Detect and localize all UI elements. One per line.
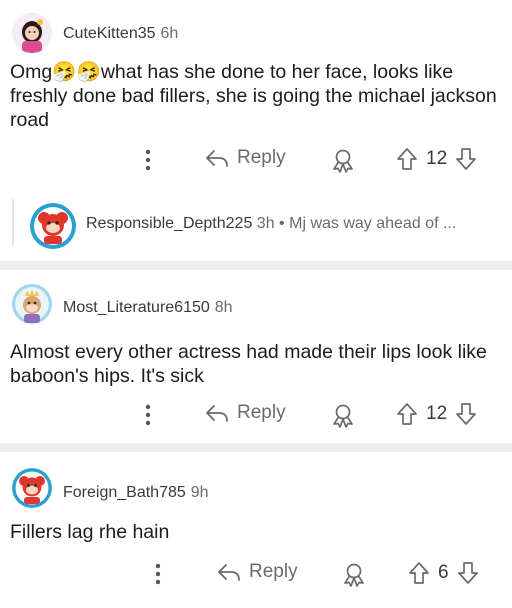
- thread-line: [12, 199, 14, 245]
- reply-button[interactable]: Reply: [205, 402, 286, 424]
- reply-label: Reply: [237, 402, 286, 423]
- vote-count: 12: [426, 148, 448, 169]
- downvote-icon[interactable]: [457, 561, 479, 585]
- comment-separator: [0, 261, 512, 270]
- collapsed-reply[interactable]: Responsible_Depth225 3h • Mj was way ahe…: [0, 199, 512, 253]
- award-button[interactable]: [330, 147, 356, 173]
- comment-author[interactable]: Foreign_Bath785 9h: [63, 484, 209, 502]
- avatar[interactable]: [30, 203, 76, 249]
- timestamp: 3h: [256, 215, 275, 232]
- red-monkey-avatar-icon: [30, 203, 76, 249]
- reply-arrow-icon: [206, 405, 228, 422]
- vote-group: 12: [396, 147, 477, 171]
- comment-body: Almost every other actress had made thei…: [10, 341, 487, 387]
- upvote-icon[interactable]: [396, 402, 418, 426]
- avatar[interactable]: [12, 13, 52, 53]
- reply-arrow-icon: [218, 564, 240, 581]
- downvote-icon[interactable]: [455, 147, 477, 171]
- upvote-icon[interactable]: [408, 561, 430, 585]
- reply-label: Reply: [249, 561, 298, 582]
- vote-count: 12: [426, 403, 448, 424]
- princess-monkey-avatar-icon: [12, 284, 52, 324]
- sneezing-face-emoji: 🤧🤧: [52, 61, 101, 83]
- vote-group: 6: [408, 561, 479, 585]
- award-button[interactable]: [341, 561, 367, 587]
- comment-actions: Reply 6: [0, 559, 512, 589]
- more-options-icon[interactable]: [155, 563, 161, 585]
- username[interactable]: CuteKitten35: [63, 25, 156, 42]
- comment-1: CuteKitten35 6h Omg🤧🤧what has she done to…: [0, 0, 512, 258]
- comment-3: Foreign_Bath785 9h Fillers lag rhe hain R…: [0, 452, 512, 608]
- downvote-icon[interactable]: [455, 402, 477, 426]
- reply-label: Reply: [237, 147, 286, 168]
- comment-2: Most_Literature6150 8h Almost every other…: [0, 270, 512, 442]
- body-lead: Omg: [10, 61, 53, 83]
- award-icon: [333, 149, 353, 173]
- comment-separator: [0, 443, 512, 452]
- reply-meta: Responsible_Depth225 3h • Mj was way ahe…: [86, 215, 456, 233]
- avatar[interactable]: [12, 468, 52, 508]
- meta-dot: •: [279, 215, 285, 232]
- reply-button[interactable]: Reply: [217, 561, 298, 583]
- reply-arrow-icon: [206, 150, 228, 167]
- username[interactable]: Foreign_Bath785: [63, 484, 186, 501]
- username[interactable]: Most_Literature6150: [63, 299, 210, 316]
- red-monkey-avatar-icon: [12, 468, 52, 508]
- timestamp: 9h: [190, 484, 209, 501]
- comment-body: Omg🤧🤧what has she done to her face, look…: [10, 60, 502, 132]
- award-button[interactable]: [330, 402, 356, 428]
- comment-author[interactable]: CuteKitten35 6h: [63, 25, 178, 43]
- upvote-icon[interactable]: [396, 147, 418, 171]
- vote-group: 12: [396, 402, 477, 426]
- award-icon: [333, 404, 353, 428]
- cartoon-girl-avatar-icon: [12, 13, 52, 53]
- username[interactable]: Responsible_Depth225: [86, 215, 252, 232]
- more-options-icon[interactable]: [145, 149, 151, 171]
- vote-count: 6: [438, 562, 449, 583]
- reply-snippet: Mj was way ahead of ...: [289, 215, 457, 232]
- timestamp: 8h: [214, 299, 233, 316]
- more-options-icon[interactable]: [145, 404, 151, 426]
- timestamp: 6h: [160, 25, 179, 42]
- comment-body: Fillers lag rhe hain: [10, 521, 170, 543]
- reply-button[interactable]: Reply: [205, 147, 286, 169]
- comment-actions: Reply 12: [0, 400, 512, 430]
- comment-actions: Reply 12: [0, 145, 512, 175]
- comment-author[interactable]: Most_Literature6150 8h: [63, 299, 233, 317]
- avatar[interactable]: [12, 284, 52, 324]
- award-icon: [344, 563, 364, 587]
